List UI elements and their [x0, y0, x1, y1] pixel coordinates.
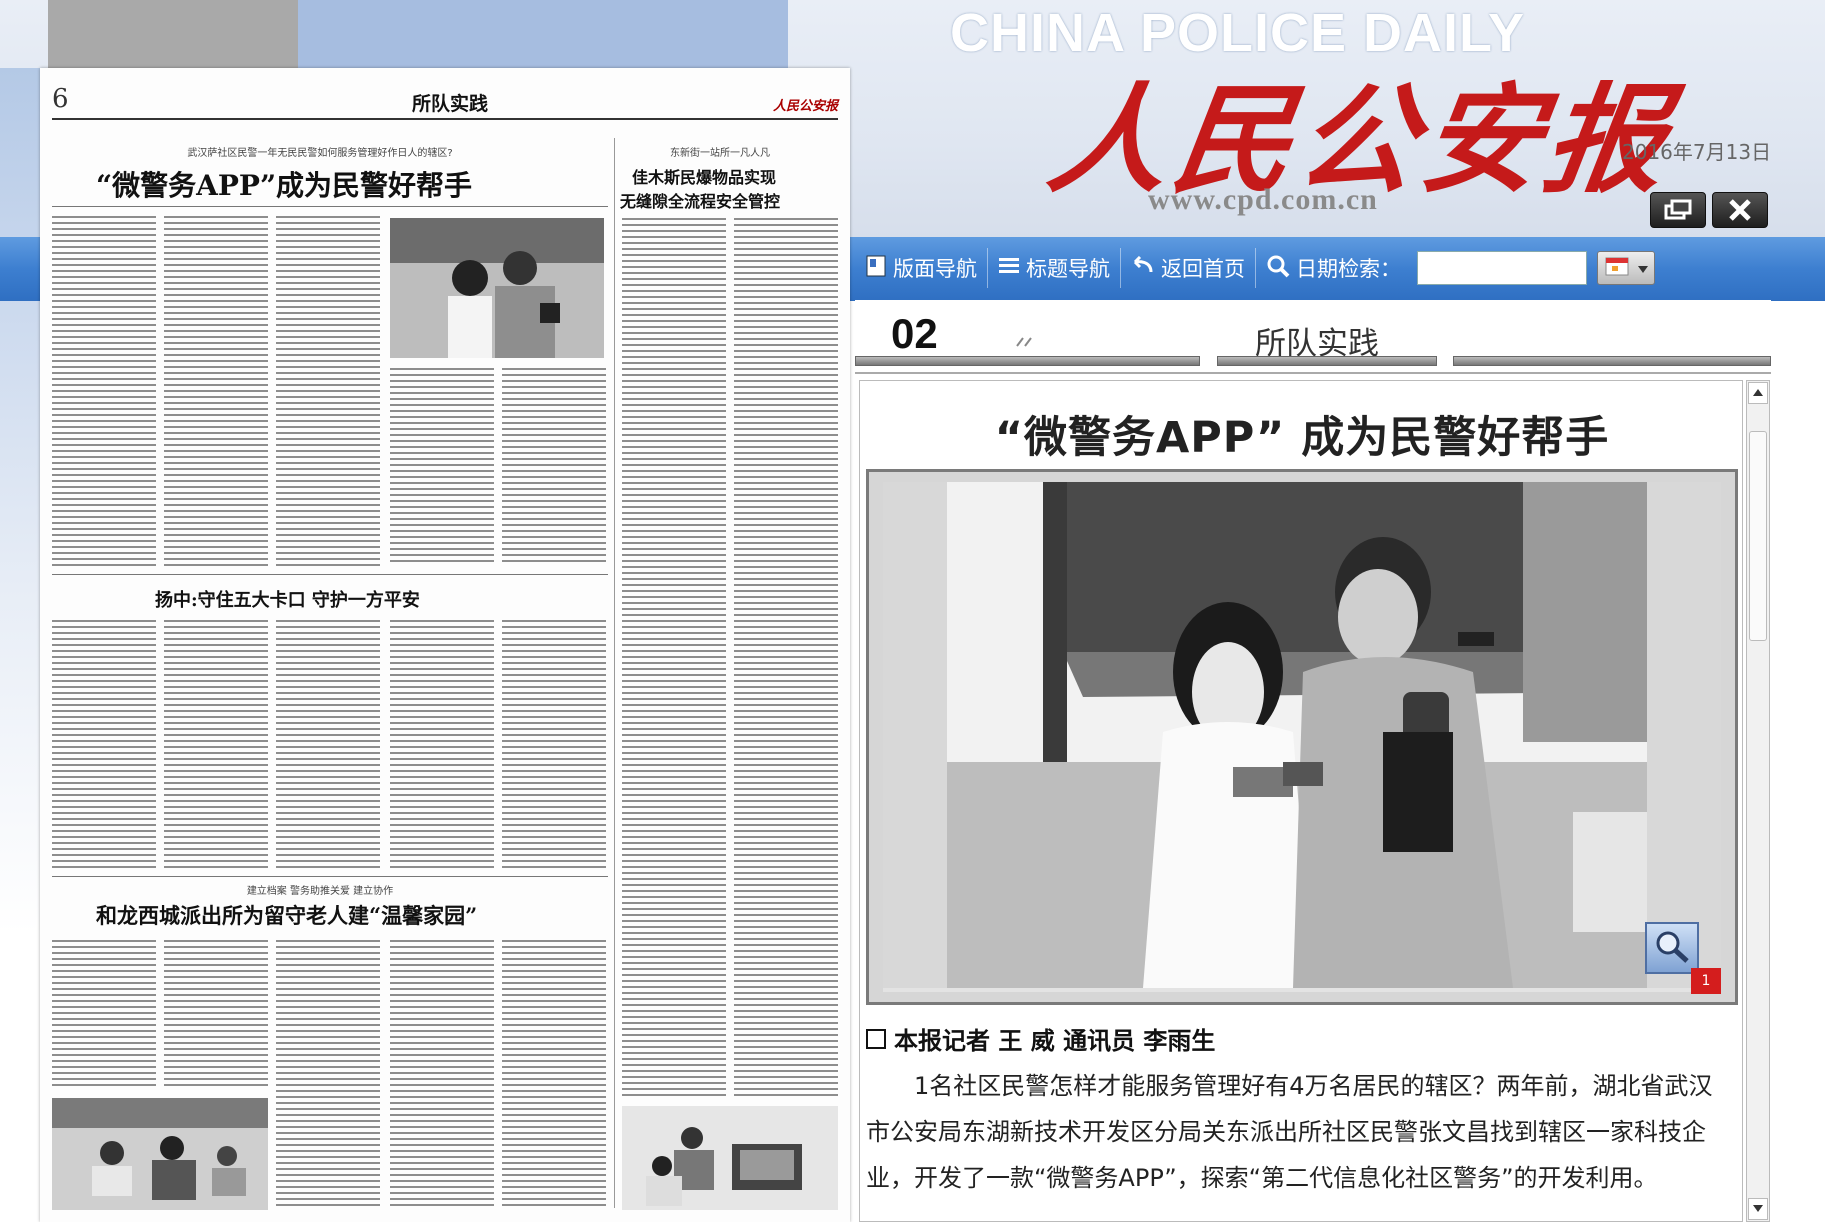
text-column [52, 940, 156, 1090]
text-column [502, 940, 606, 1210]
scroll-up-button[interactable] [1748, 382, 1768, 404]
rule [52, 876, 608, 877]
header-bar [1217, 356, 1437, 366]
page-number: 6 [52, 84, 69, 114]
layout-icon [865, 254, 893, 283]
layout-nav-button[interactable]: 版面导航 [855, 248, 988, 288]
headline-kicker: 武汉萨社区民警一年无民民警如何服务管理好作日人的辖区? [187, 148, 453, 159]
text-column [390, 620, 494, 870]
section-title: 所队实践 [412, 93, 489, 115]
article-photo[interactable] [883, 482, 1721, 992]
close-button[interactable] [1712, 192, 1768, 228]
headline-kicker: 东新街一站所一凡人凡 [670, 148, 770, 159]
date-search-input[interactable] [1417, 251, 1587, 285]
article-scrollbar[interactable] [1746, 380, 1770, 1222]
background-block [48, 0, 298, 68]
text-column [52, 620, 156, 870]
issue-date: 2016年7月13日 [1622, 140, 1772, 164]
article-body: 1名社区民警怎样才能服务管理好有4万名居民的辖区？两年前，湖北省武汉市公安局东湖… [866, 1072, 1713, 1192]
calendar-dropdown[interactable] [1597, 251, 1655, 285]
rule [52, 206, 608, 207]
masthead-mini-logo: 人民公安报 [772, 99, 838, 114]
restore-icon [1663, 199, 1693, 221]
column-divider [614, 138, 615, 1208]
photo-index-badge[interactable]: 1 [1691, 968, 1721, 994]
text-column [734, 218, 838, 1098]
text-column [164, 620, 268, 870]
date-search: 日期检索： [1256, 248, 1411, 288]
subheading [164, 380, 268, 384]
text-column [502, 368, 606, 566]
reader-toolbar: 版面导航 标题导航 返回首页 日期检索： [855, 240, 1725, 296]
header-bar [855, 356, 1200, 366]
page-header: 6 所队实践 人民公安报 [52, 80, 838, 120]
article-headline[interactable]: 和龙西城派出所为留守老人建“温馨家园” [96, 900, 477, 930]
text-column [164, 216, 268, 566]
arrow-down-icon [1753, 1203, 1763, 1216]
byline-text: 本报记者 王 威 通讯员 李雨生 [894, 1027, 1216, 1055]
text-column [276, 216, 380, 566]
article-photo[interactable] [390, 218, 604, 358]
chevron-down-icon [1638, 259, 1648, 278]
text-column [390, 940, 494, 1210]
calendar-icon [1604, 255, 1630, 281]
page-meta: 人民公安报 [773, 95, 838, 114]
decorative-mark [1015, 336, 1039, 352]
article-photo[interactable] [622, 1106, 838, 1210]
article-photo-frame: 1 [866, 469, 1738, 1005]
toolbar-label: 标题导航 [1026, 257, 1110, 281]
toolbar-label: 版面导航 [893, 257, 977, 281]
close-icon [1727, 198, 1753, 222]
text-column [502, 620, 606, 870]
restore-button[interactable] [1650, 192, 1706, 228]
article-headline[interactable]: 无缝隙全流程安全管控 [620, 188, 780, 212]
article-byline: 本报记者 王 威 通讯员 李雨生 [866, 1021, 1215, 1056]
headline-kicker: 建立档案 警务助推关爱 建立协作 [246, 886, 394, 897]
background-block [298, 0, 788, 68]
reader-page-number: 02 [891, 310, 938, 357]
toolbar-label: 返回首页 [1161, 257, 1245, 281]
article-headline[interactable]: 扬中:守住五大卡口 守护一方平安 [155, 586, 420, 612]
scroll-thumb[interactable] [1749, 431, 1767, 641]
text-column [52, 216, 156, 566]
rule [52, 574, 608, 575]
list-icon [998, 255, 1026, 282]
byline-square-icon [866, 1028, 886, 1049]
article-title: “微警务APP” 成为民警好帮手 [994, 413, 1610, 463]
return-icon [1131, 255, 1161, 281]
article-headline[interactable]: 佳木斯民爆物品实现 [632, 164, 776, 188]
newspaper-page-thumbnail[interactable]: 6 所队实践 人民公安报 武汉萨社区民警一年无民民警如何服务管理好作日人的辖区?… [40, 68, 850, 1222]
article-headline[interactable]: “微警务APP”成为民警好帮手 [96, 164, 472, 204]
article-photo[interactable] [52, 1098, 268, 1210]
text-column [390, 368, 494, 566]
article-reader: 02 所队实践 “微警务APP” 成为民警好帮手 1 本报记者 王 威 通讯员 … [855, 300, 1771, 1222]
toolbar-label: 日期检索： [1296, 257, 1401, 281]
text-column [164, 940, 268, 1090]
zoom-button[interactable] [1645, 922, 1699, 974]
scroll-down-button[interactable] [1748, 1198, 1768, 1220]
header-divider [855, 372, 1771, 374]
text-column [622, 218, 726, 1098]
article-content: “微警务APP” 成为民警好帮手 1 本报记者 王 威 通讯员 李雨生 1名社区… [859, 380, 1743, 1222]
text-column [276, 940, 380, 1210]
home-button[interactable]: 返回首页 [1121, 248, 1256, 288]
text-column [276, 620, 380, 870]
arrow-up-icon [1753, 387, 1763, 400]
magnifier-icon [1654, 929, 1690, 967]
header-bar [1453, 356, 1771, 366]
title-nav-button[interactable]: 标题导航 [988, 248, 1121, 288]
search-icon [1266, 254, 1296, 283]
reader-header: 02 所队实践 [855, 300, 1771, 376]
masthead-url[interactable]: www.cpd.com.cn [1148, 183, 1378, 217]
